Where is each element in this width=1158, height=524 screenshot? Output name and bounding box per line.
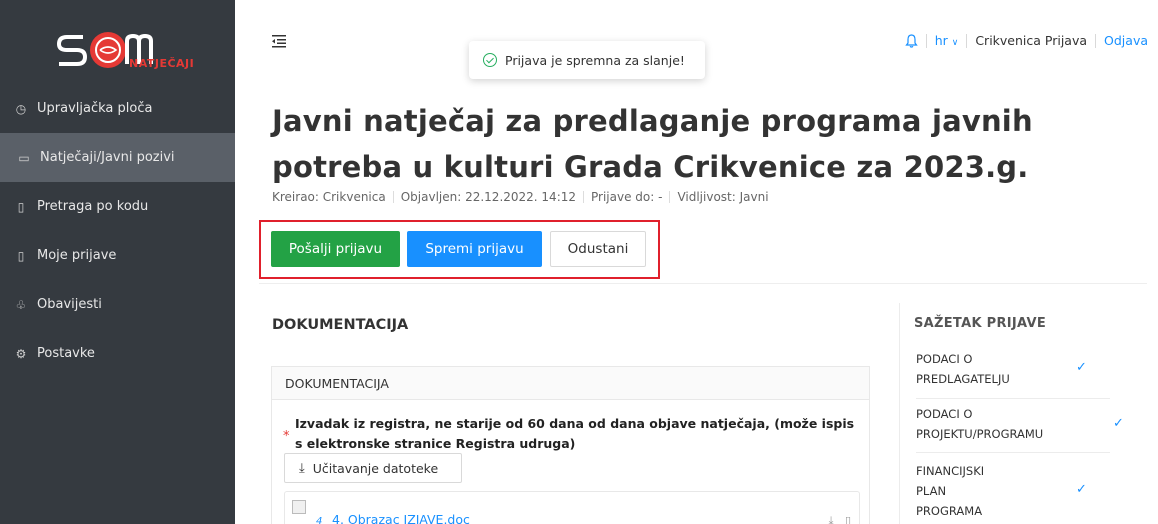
check-icon: ✓ <box>1076 482 1087 497</box>
sidebar-item-tenders[interactable]: ▭ Natječaji/Javni pozivi <box>0 133 235 182</box>
success-toast: Prijava je spremna za slanje! <box>469 41 705 79</box>
meta-deadline: Prijave do: - <box>591 190 663 204</box>
upload-icon: ⤓ <box>299 460 305 476</box>
file-number: 4 <box>316 516 323 524</box>
sidebar-item-label: Postavke <box>37 346 95 361</box>
bell-icon: ♧ <box>15 297 27 312</box>
divider <box>916 398 1110 399</box>
sidebar-item-label: Upravljačka ploča <box>37 101 153 116</box>
toast-message: Prijava je spremna za slanje! <box>505 52 685 68</box>
sidebar-item-code-search[interactable]: ▯ Pretraga po kodu <box>0 182 235 231</box>
top-bar: hr ∨ Crikvenica Prijava Odjava <box>904 33 1148 48</box>
check-circle-icon <box>483 53 497 67</box>
delete-icon[interactable]: ▯ <box>845 514 851 524</box>
language-value: hr <box>934 33 948 48</box>
divider <box>916 452 1110 453</box>
sidebar-item-label: Moje prijave <box>37 248 117 263</box>
logout-link[interactable]: Odjava <box>1104 33 1148 48</box>
file-thumbnail <box>292 500 306 514</box>
sidebar-item-label: Pretraga po kodu <box>37 199 149 214</box>
documentation-heading: DOKUMENTACIJA <box>272 317 409 333</box>
sidebar-item-settings[interactable]: ⚙ Postavke <box>0 329 235 378</box>
summary-item-applicant[interactable]: PODACI O PREDLAGATELJU <box>916 349 1036 389</box>
summary-item-financial-plan[interactable]: FINANCIJSKI PLAN PROGRAMA <box>916 461 996 521</box>
meta-visibility: Vidljivost: Javni <box>677 190 769 204</box>
meta-published: Objavljen: 22.12.2022. 14:12 <box>400 190 577 204</box>
divider <box>1095 33 1097 48</box>
summary-heading: SAŽETAK PRIJAVE <box>914 316 1047 331</box>
divider <box>669 191 671 203</box>
divider <box>259 283 1147 284</box>
download-icon[interactable]: ⤓ <box>829 514 834 524</box>
check-icon: ✓ <box>1113 416 1124 431</box>
check-icon: ✓ <box>1076 360 1087 375</box>
cancel-button[interactable]: Odustani <box>550 231 646 267</box>
summary-item-project[interactable]: PODACI O PROJEKTU/PROGRAMU <box>916 404 1066 444</box>
divider <box>583 191 585 203</box>
logo-subtitle: NATJEČAJI <box>129 57 195 70</box>
divider <box>392 191 394 203</box>
divider <box>966 33 968 48</box>
notification-bell-icon[interactable] <box>904 33 918 48</box>
upload-file-button[interactable]: ⤓ Učitavanje datoteke <box>284 453 462 483</box>
gear-icon: ⚙ <box>15 346 27 361</box>
user-name: Crikvenica Prijava <box>975 33 1088 48</box>
app-root: NATJEČAJI ◷ Upravljačka ploča ▭ Natječaj… <box>0 0 1158 524</box>
sidebar-item-notifications[interactable]: ♧ Obavijesti <box>0 280 235 329</box>
menu-collapse-button[interactable] <box>272 33 286 48</box>
document-requirement-text: Izvadak iz registra, ne starije od 60 da… <box>295 416 855 451</box>
divider <box>925 33 927 48</box>
chevron-down-icon: ∨ <box>951 38 959 48</box>
documentation-card-title: DOKUMENTACIJA <box>272 367 869 400</box>
sidebar-item-dashboard[interactable]: ◷ Upravljačka ploča <box>0 84 235 133</box>
file-icon: ▯ <box>17 199 25 214</box>
save-application-button[interactable]: Spremi prijavu <box>407 231 542 267</box>
sidebar-nav: ◷ Upravljačka ploča ▭ Natječaji/Javni po… <box>0 84 235 378</box>
meta-created: Kreirao: Crikvenica <box>272 190 386 204</box>
send-application-button[interactable]: Pošalji prijavu <box>271 231 400 267</box>
uploaded-file-row: 4 4. Obrazac IZJAVE.doc ⤓ ▯ <box>284 491 860 524</box>
upload-label: Učitavanje datoteke <box>312 460 439 476</box>
menu-fold-icon <box>272 35 286 48</box>
folder-open-icon: ▭ <box>18 150 30 165</box>
file-actions: ⤓ ▯ <box>829 514 851 524</box>
sidebar: NATJEČAJI ◷ Upravljačka ploča ▭ Natječaj… <box>0 0 235 524</box>
dashboard-icon: ◷ <box>15 101 27 116</box>
document-icon: ▯ <box>17 248 25 263</box>
sidebar-item-label: Obavijesti <box>37 297 102 312</box>
logo[interactable]: NATJEČAJI <box>55 23 195 75</box>
page-title: Javni natječaj za predlaganje programa j… <box>272 104 1033 184</box>
summary-divider <box>899 303 900 524</box>
sidebar-item-label: Natječaji/Javni pozivi <box>40 150 175 165</box>
sidebar-item-my-applications[interactable]: ▯ Moje prijave <box>0 231 235 280</box>
tender-meta: Kreirao: Crikvenica Objavljen: 22.12.202… <box>272 190 769 204</box>
language-select[interactable]: hr ∨ <box>935 33 959 48</box>
required-marker: * <box>283 429 290 444</box>
file-link[interactable]: 4. Obrazac IZJAVE.doc <box>332 512 470 524</box>
